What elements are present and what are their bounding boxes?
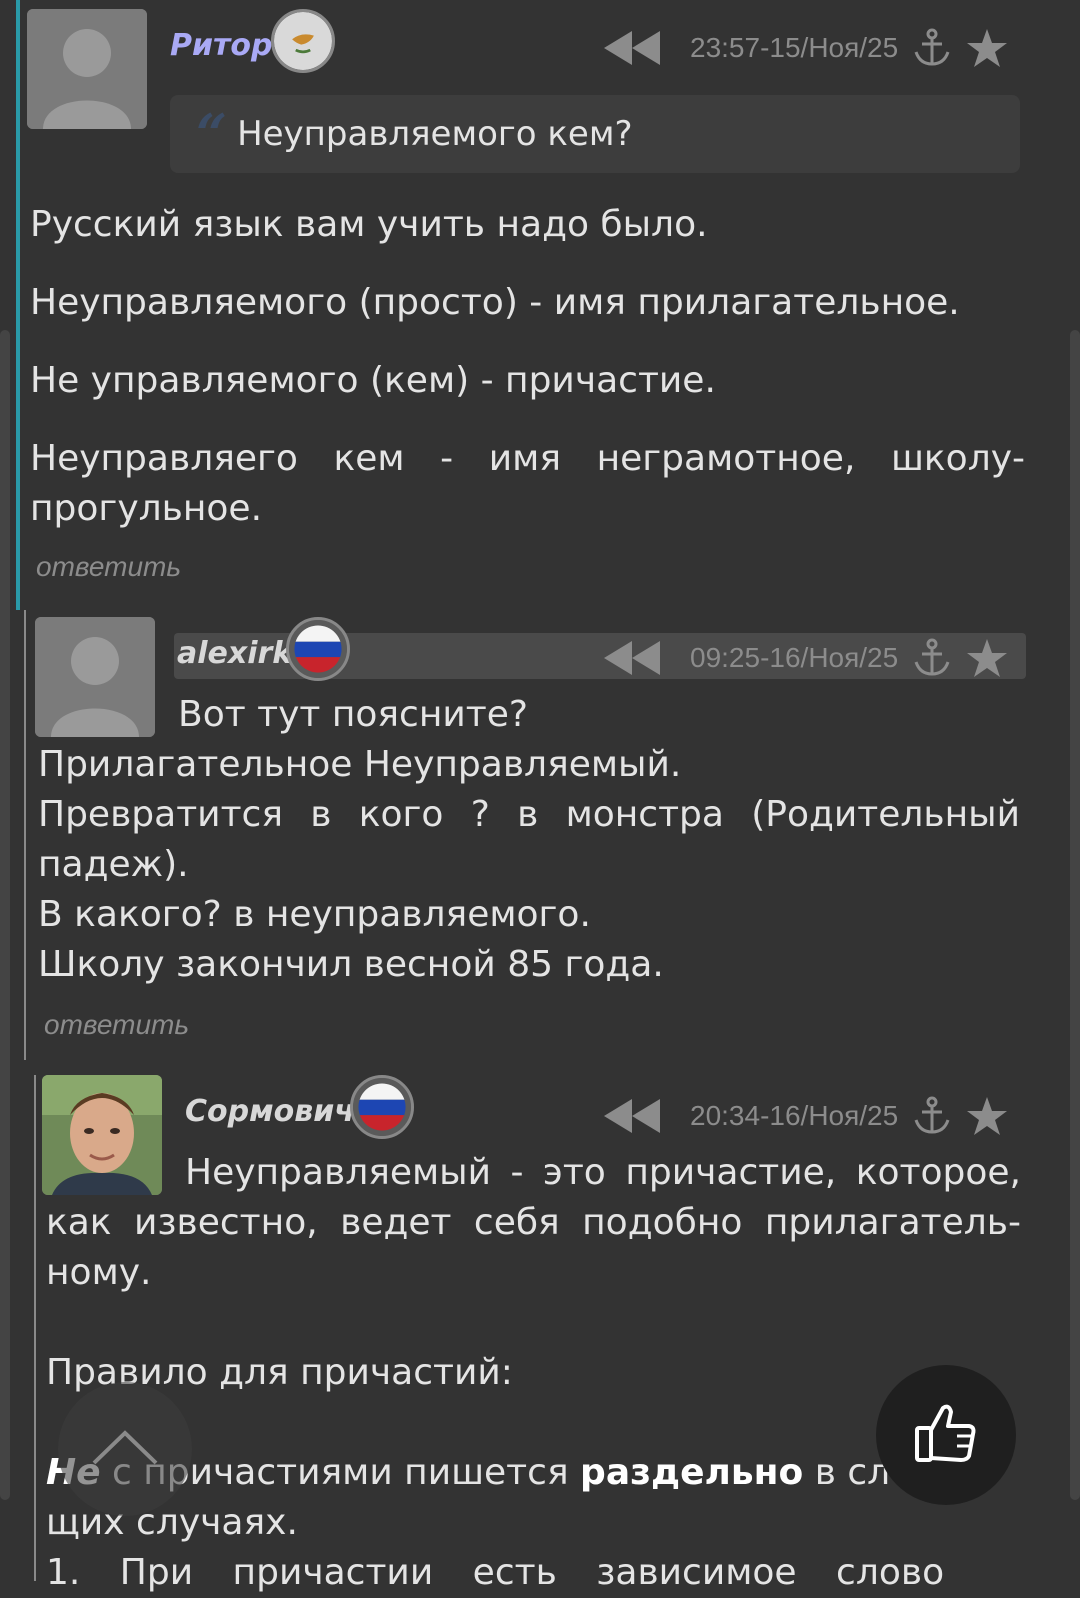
comment-line: Неуправляемый - это причастие, которое, … <box>46 1152 1021 1293</box>
rule-item-cut: 1. При причастии есть зависимое слово <box>46 1552 945 1593</box>
comment-line: Превратится в кого ? в монстра (Родитель… <box>38 794 1020 885</box>
like-button[interactable] <box>876 1365 1016 1505</box>
thumbs-up-icon <box>913 1400 979 1470</box>
star-icon[interactable] <box>966 28 1008 68</box>
cyprus-flag-icon <box>271 9 335 73</box>
comment-body: Русский язык вам учить надо было. Неупра… <box>30 200 1025 534</box>
comment-time: 23:57-15/Ноя/25 <box>690 32 899 63</box>
rule-paragraph: Не с причастиями пишется раздельно в сле… <box>46 1448 1021 1548</box>
rewind-icon[interactable] <box>604 31 662 65</box>
comment-line: Прилагательное Неуправляемый. <box>38 744 682 785</box>
comment-line: Вот тут поясните? <box>178 694 528 735</box>
comment-author[interactable]: Ритор <box>170 28 272 63</box>
thread-line <box>16 0 20 610</box>
comment-meta: 09:25-16/Ноя/25 <box>604 638 1008 678</box>
left-scrollbar[interactable] <box>0 330 10 1500</box>
star-icon[interactable] <box>966 638 1008 678</box>
paragraph: Русский язык вам учить надо было. <box>30 204 708 245</box>
comment-time: 09:25-16/Ноя/25 <box>690 642 899 673</box>
comment-author[interactable]: Сормович <box>185 1094 355 1129</box>
right-scrollbar[interactable] <box>1070 330 1080 1500</box>
russia-flag-icon <box>350 1075 414 1139</box>
paragraph: Неуправляего кем - имя неграмотное, школ… <box>30 438 1025 529</box>
russia-flag-icon <box>286 617 350 681</box>
thread-line <box>34 1075 36 1581</box>
comment-line: В какого? в неуправляемого. <box>38 894 591 935</box>
chevron-up-icon <box>90 1427 160 1471</box>
anchor-icon[interactable] <box>912 638 952 678</box>
avatar[interactable] <box>27 9 147 129</box>
anchor-icon[interactable] <box>912 1096 952 1136</box>
rewind-icon[interactable] <box>604 641 662 675</box>
quote-icon: “ <box>196 102 228 166</box>
comment-body: Прилагательное Неуправляемый. Превратитс… <box>38 740 1020 990</box>
rewind-icon[interactable] <box>604 1099 662 1133</box>
paragraph: Не управляемого (кем) - причастие. <box>30 360 716 401</box>
star-icon[interactable] <box>966 1096 1008 1136</box>
comment-time: 20:34-16/Ноя/25 <box>690 1100 899 1131</box>
quote-block: “ Неуправляемого кем? <box>170 95 1020 173</box>
scroll-up-button[interactable] <box>58 1382 192 1516</box>
comment-meta: 23:57-15/Ноя/25 <box>604 28 1008 68</box>
rule-bold: раздельно <box>580 1452 804 1493</box>
comment-meta: 20:34-16/Ноя/25 <box>604 1096 1008 1136</box>
reply-link[interactable]: ответить <box>36 551 181 583</box>
quote-text: Неуправляемого кем? <box>237 114 633 154</box>
comment-author[interactable]: alexirk <box>177 636 292 671</box>
avatar[interactable] <box>35 617 155 737</box>
reply-link[interactable]: ответить <box>44 1009 189 1041</box>
thread-line <box>24 610 26 1060</box>
comment-line: Школу закончил весной 85 года. <box>38 944 664 985</box>
anchor-icon[interactable] <box>912 28 952 68</box>
paragraph: Неуправляемого (просто) - имя прилагател… <box>30 282 960 323</box>
